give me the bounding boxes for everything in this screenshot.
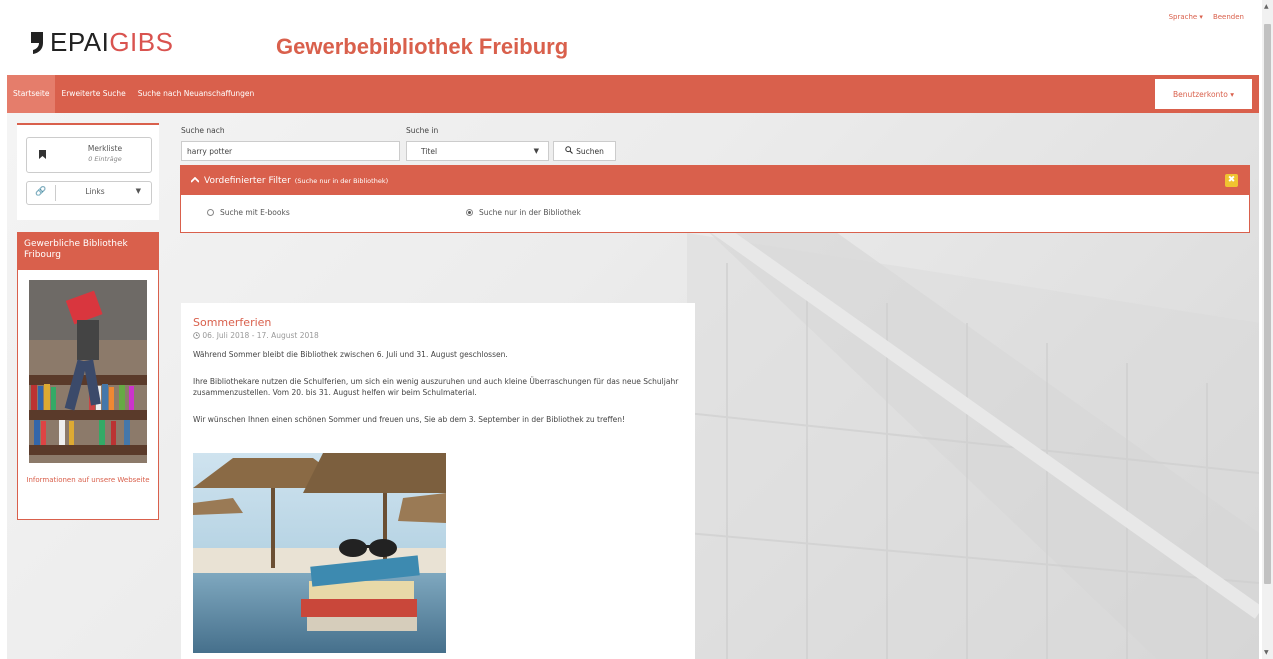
search-icon: [565, 146, 574, 156]
watchlist-button[interactable]: Merkliste 0 Einträge: [26, 137, 152, 173]
user-account-button[interactable]: Benutzerkonto ▾: [1155, 79, 1252, 109]
news-paragraph: Wir wünschen Ihnen einen schönen Sommer …: [193, 415, 626, 424]
news-title[interactable]: Sommerferien: [193, 316, 271, 329]
caret-down-icon: ▼: [135, 187, 141, 195]
site-title: Gewerbebibliothek Freiburg: [276, 34, 569, 59]
news-date: 06. Juli 2018 - 17. August 2018: [202, 331, 319, 340]
page-header: EPAIGIBS Gewerbebibliothek Freiburg Spra…: [0, 0, 1262, 74]
search-in-select[interactable]: Titel ▼: [406, 141, 549, 161]
watchlist-label: Merkliste: [87, 144, 123, 153]
news-date-row: 06. Juli 2018 - 17. August 2018: [193, 331, 319, 340]
search-in-label: Suche in: [406, 126, 439, 135]
top-links: Sprache ▾ Beenden: [1169, 13, 1244, 21]
filter-option-ebooks[interactable]: Suche mit E-books: [207, 208, 290, 217]
nav-item-advanced-search[interactable]: Erweiterte Suche: [55, 75, 131, 113]
sidebar-tools: Merkliste 0 Einträge 🔗 Links ▼: [17, 123, 159, 220]
chevron-up-icon: [190, 176, 200, 186]
library-panel-title: Gewerbliche Bibliothek Fribourg: [18, 233, 158, 270]
watchlist-count: 0 Einträge: [88, 155, 122, 163]
radio-selected-icon: [466, 209, 473, 216]
clock-icon: [193, 331, 202, 340]
beach-books-image: [193, 453, 446, 653]
nav-item-home[interactable]: Startseite: [7, 75, 56, 113]
links-dropdown[interactable]: 🔗 Links ▼: [26, 181, 152, 205]
epaigibs-logo[interactable]: EPAIGIBS: [30, 27, 173, 58]
logo-mark-icon: [30, 31, 44, 55]
links-label: Links: [85, 187, 105, 196]
scrollbar-thumb[interactable]: [1264, 24, 1271, 584]
library-panel: Gewerbliche Bibliothek Fribourg Informat…: [17, 232, 159, 520]
content-area: Merkliste 0 Einträge 🔗 Links ▼ Gewerblic…: [7, 113, 1259, 659]
news-paragraph: Während Sommer bleibt die Bibliothek zwi…: [193, 350, 508, 359]
search-button-label: Suchen: [576, 146, 604, 156]
filter-option-library-only[interactable]: Suche nur in der Bibliothek: [466, 208, 581, 217]
library-reader-image: [29, 280, 147, 463]
caret-down-icon: ▼: [533, 147, 539, 155]
news-paragraph: Ihre Bibliothekare nutzen die Schulferie…: [193, 377, 679, 397]
logo-accent: GIBS: [109, 27, 174, 57]
main-navbar: Startseite Erweiterte Suche Suche nach N…: [7, 75, 1259, 113]
filter-header[interactable]: Vordefinierter Filter (Suche nur in der …: [181, 166, 1249, 195]
language-menu[interactable]: Sprache ▾: [1169, 13, 1203, 21]
bookmark-icon: [39, 150, 46, 162]
filter-title: Vordefinierter Filter: [204, 175, 291, 186]
news-card: Sommerferien 06. Juli 2018 - 17. August …: [181, 303, 695, 659]
logo-prefix: EPAI: [50, 27, 110, 57]
search-in-value: Titel: [421, 147, 438, 156]
close-icon[interactable]: ✖: [1225, 174, 1238, 187]
predefined-filter-panel: Vordefinierter Filter (Suche nur in der …: [180, 165, 1250, 233]
filter-option-label: Suche mit E-books: [220, 208, 290, 217]
filter-subtitle: (Suche nur in der Bibliothek): [294, 176, 389, 185]
filter-option-label: Suche nur in der Bibliothek: [479, 208, 581, 217]
nav-item-new-acquisitions[interactable]: Suche nach Neuanschaffungen: [132, 75, 261, 113]
library-info-link[interactable]: Informationen auf unsere Webseite: [18, 475, 158, 485]
vertical-scrollbar[interactable]: ▲ ▼: [1262, 0, 1273, 659]
scroll-down-icon[interactable]: ▼: [1264, 649, 1269, 656]
search-button[interactable]: Suchen: [553, 141, 616, 161]
logout-link[interactable]: Beenden: [1213, 13, 1244, 21]
scroll-up-icon[interactable]: ▲: [1264, 3, 1269, 10]
radio-icon: [207, 209, 214, 216]
search-input[interactable]: [181, 141, 400, 161]
search-for-label: Suche nach: [181, 126, 225, 135]
divider: [55, 185, 56, 201]
link-icon: 🔗: [35, 187, 47, 197]
